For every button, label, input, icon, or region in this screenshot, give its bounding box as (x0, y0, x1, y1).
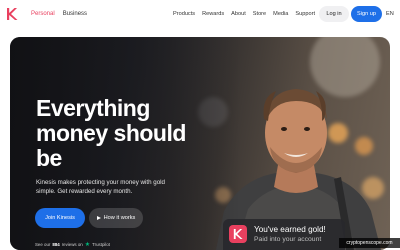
nav-rewards-link[interactable]: Rewards (202, 11, 224, 17)
trustpilot-reviews-link[interactable]: See our 884 reviews on ★ Trustpilot (35, 241, 110, 248)
notification-title: You've earned gold! (254, 225, 326, 234)
play-icon (96, 216, 101, 220)
nav-media-link[interactable]: Media (273, 11, 288, 17)
nav-menu: Products Rewards About Store Media Suppo… (173, 11, 315, 17)
join-kinesis-button[interactable]: Join Kinesis (35, 208, 85, 228)
hero-subtext: Kinesis makes protecting your money with… (36, 179, 165, 195)
nav-products-link[interactable]: Products (173, 11, 195, 17)
nav-about-link[interactable]: About (231, 11, 246, 17)
nav-segment-switch: Personal Business (31, 11, 87, 17)
kinesis-logo-icon[interactable] (6, 7, 18, 21)
reviews-prefix: See our (35, 242, 51, 247)
reviews-count: 884 (52, 242, 60, 247)
watermark-label: cryptopenscope.com (339, 238, 400, 248)
language-selector[interactable]: EN (386, 11, 394, 17)
reviews-suffix: reviews on (61, 242, 83, 247)
nav-store-link[interactable]: Store (253, 11, 266, 17)
notification-subtitle: Paid into your account (254, 236, 322, 243)
nav-personal-link[interactable]: Personal (31, 11, 55, 17)
how-it-works-button[interactable]: How it works (89, 208, 143, 228)
trustpilot-brand: Trustpilot (92, 242, 111, 247)
kinesis-app-icon (229, 225, 247, 243)
nav-support-link[interactable]: Support (295, 11, 315, 17)
top-nav: Personal Business Products Rewards About… (0, 0, 400, 30)
how-it-works-label: How it works (103, 215, 136, 221)
hero-headline: Everything money should be (36, 95, 186, 171)
trustpilot-star-icon: ★ (84, 242, 91, 248)
login-button[interactable]: Log in (319, 6, 349, 22)
signup-button[interactable]: Sign up (351, 6, 382, 22)
gold-earned-notification: You've earned gold! Paid into your accou… (223, 219, 345, 250)
nav-business-link[interactable]: Business (63, 11, 87, 17)
